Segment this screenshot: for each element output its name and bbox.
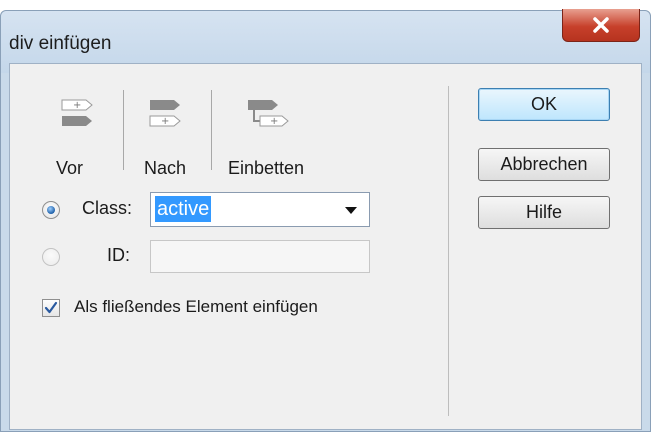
id-radio[interactable] xyxy=(42,248,60,266)
insert-after-label: Nach xyxy=(144,158,187,178)
dialog-title: div einfügen xyxy=(9,33,112,54)
class-select-value: active xyxy=(155,196,212,222)
insert-after-button[interactable]: + Nach xyxy=(142,88,192,182)
class-label: Class: xyxy=(82,198,133,218)
insert-before-button[interactable]: + Vor xyxy=(56,88,96,182)
id-label: ID: xyxy=(107,245,131,265)
svg-text:+: + xyxy=(73,100,81,111)
close-button[interactable] xyxy=(562,9,640,42)
svg-text:+: + xyxy=(161,116,169,127)
svg-text:+: + xyxy=(270,116,278,127)
checkmark-icon xyxy=(44,301,58,314)
float-checkbox-label: Als fließendes Element einfügen xyxy=(74,297,318,316)
insert-before-label: Vor xyxy=(56,158,84,178)
dialog-window: div einfügen + Vor + Nach + Einbetten Cl… xyxy=(0,9,651,432)
dialog-body: + Vor + Nach + Einbetten Class: active I… xyxy=(9,63,642,430)
mode-separator xyxy=(211,90,212,170)
id-input[interactable] xyxy=(150,240,370,273)
close-icon xyxy=(593,17,609,33)
insert-nested-label: Einbetten xyxy=(228,158,305,178)
cancel-button[interactable]: Abbrechen xyxy=(478,148,610,181)
chevron-down-icon[interactable] xyxy=(345,207,357,214)
insert-nested-button[interactable]: + Einbetten xyxy=(228,88,318,182)
float-checkbox[interactable] xyxy=(42,299,60,317)
ok-button[interactable]: OK xyxy=(478,88,610,121)
insert-nested-icon: + xyxy=(248,100,289,127)
class-radio[interactable] xyxy=(42,201,60,219)
insert-before-icon: + xyxy=(61,99,93,126)
help-button[interactable]: Hilfe xyxy=(478,196,610,229)
vertical-divider xyxy=(448,86,449,416)
mode-separator xyxy=(123,90,124,170)
insert-after-icon: + xyxy=(149,100,181,127)
class-select[interactable]: active xyxy=(150,192,370,227)
